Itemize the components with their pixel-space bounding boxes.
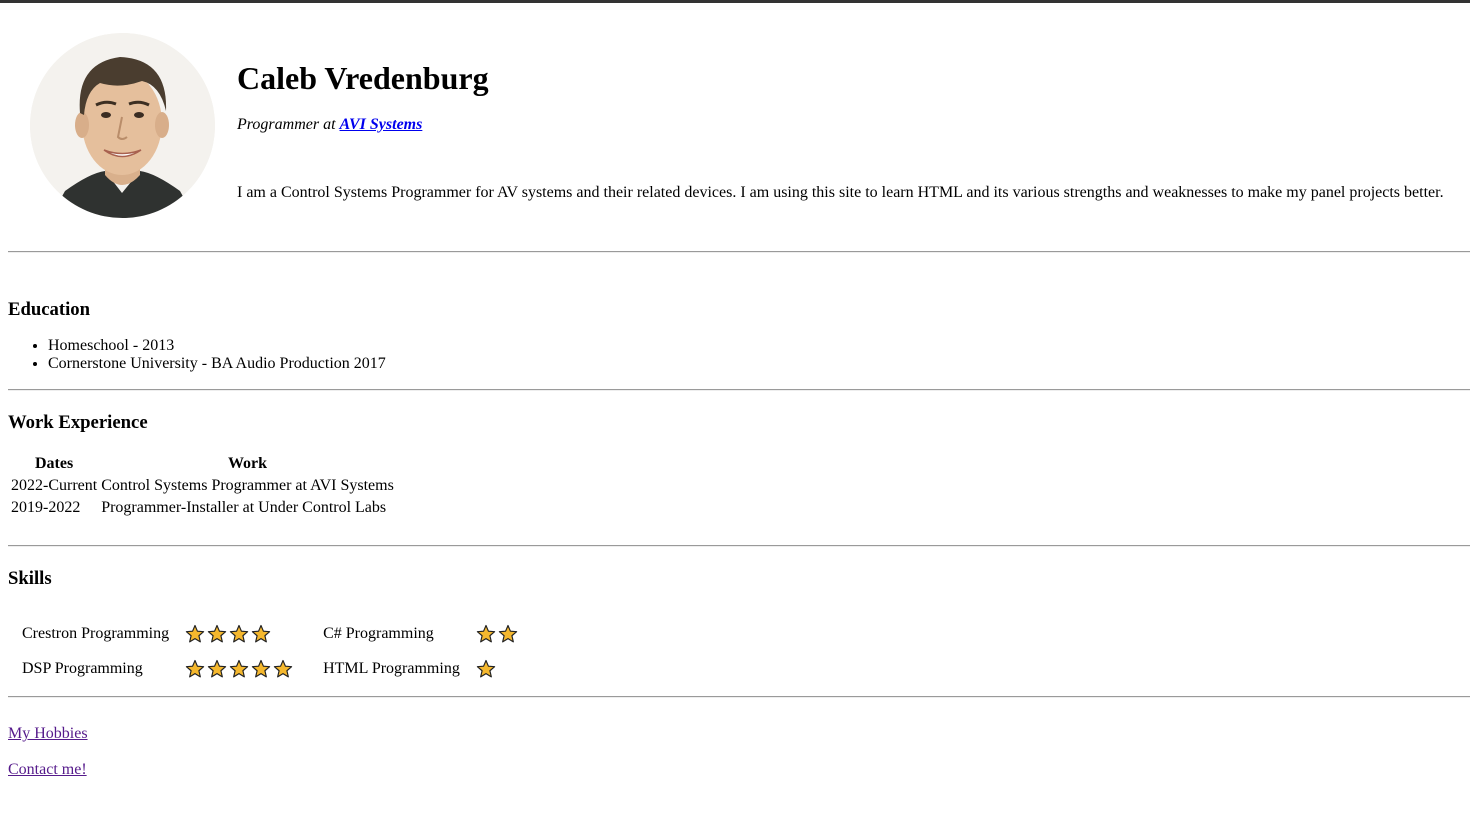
star-icon [207, 659, 227, 677]
skill-rating [474, 652, 544, 685]
bio-text: I am a Control Systems Programmer for AV… [237, 184, 1444, 201]
list-item: Cornerstone University - BA Audio Produc… [48, 355, 386, 373]
star-icon [185, 624, 205, 642]
star-icon [251, 624, 271, 642]
star-icon [207, 624, 227, 642]
divider [8, 696, 1470, 698]
skills-row: DSP Programming HTML Programming [20, 652, 544, 685]
profile-photo [30, 33, 215, 218]
education-list: Homeschool - 2013 Cornerstone University… [8, 337, 386, 373]
skill-label: DSP Programming [22, 659, 143, 677]
list-item: Homeschool - 2013 [48, 337, 386, 355]
work-cell: Programmer-Installer at Under Control La… [101, 499, 387, 516]
star-icon [273, 659, 293, 677]
page-title: Caleb Vredenburg [237, 60, 489, 96]
table-row: 2019-2022 Programmer-Installer at Under … [10, 498, 395, 518]
education-heading: Education [8, 299, 91, 320]
skills-row: Crestron Programming C# Programming [20, 617, 544, 650]
skill-rating [474, 617, 544, 650]
star-icon [251, 659, 271, 677]
star-icon [229, 659, 249, 677]
skill-label: Crestron Programming [22, 624, 170, 642]
divider [8, 251, 1470, 253]
avatar [30, 33, 215, 218]
star-icon [476, 659, 495, 677]
job-title: Programmer at AVI Systems [237, 116, 422, 134]
page-content: Caleb Vredenburg Programmer at AVI Syste… [8, 3, 1470, 778]
job-title-prefix: Programmer at [237, 116, 336, 133]
skill-label: C# Programming [323, 624, 434, 642]
company-link[interactable]: AVI Systems [340, 116, 423, 133]
dates-cell: 2019-2022 [11, 499, 81, 516]
skill-rating [183, 617, 319, 650]
star-icon [229, 624, 249, 642]
divider [8, 389, 1470, 391]
divider [8, 545, 1470, 547]
skill-label: HTML Programming [323, 659, 460, 677]
star-icon [498, 624, 517, 642]
column-header-work: Work [227, 455, 268, 472]
column-header-dates: Dates [34, 455, 74, 472]
work-experience-heading: Work Experience [8, 412, 148, 433]
hobbies-link[interactable]: My Hobbies [8, 725, 88, 743]
skill-rating [183, 652, 319, 685]
dates-cell: 2022-Current [11, 477, 98, 494]
profile-header: Caleb Vredenburg Programmer at AVI Syste… [8, 3, 1470, 251]
skills-heading: Skills [8, 568, 52, 589]
table-header-row: Dates Work [10, 454, 395, 474]
star-icon [185, 659, 205, 677]
work-table: Dates Work 2022-Current Control Systems … [8, 452, 397, 520]
work-cell: Control Systems Programmer at AVI System… [101, 477, 394, 494]
contact-link[interactable]: Contact me! [8, 761, 87, 779]
star-icon [476, 624, 495, 642]
table-row: 2022-Current Control Systems Programmer … [10, 476, 395, 496]
skills-table: Crestron Programming C# Programming DSP … [18, 615, 546, 687]
